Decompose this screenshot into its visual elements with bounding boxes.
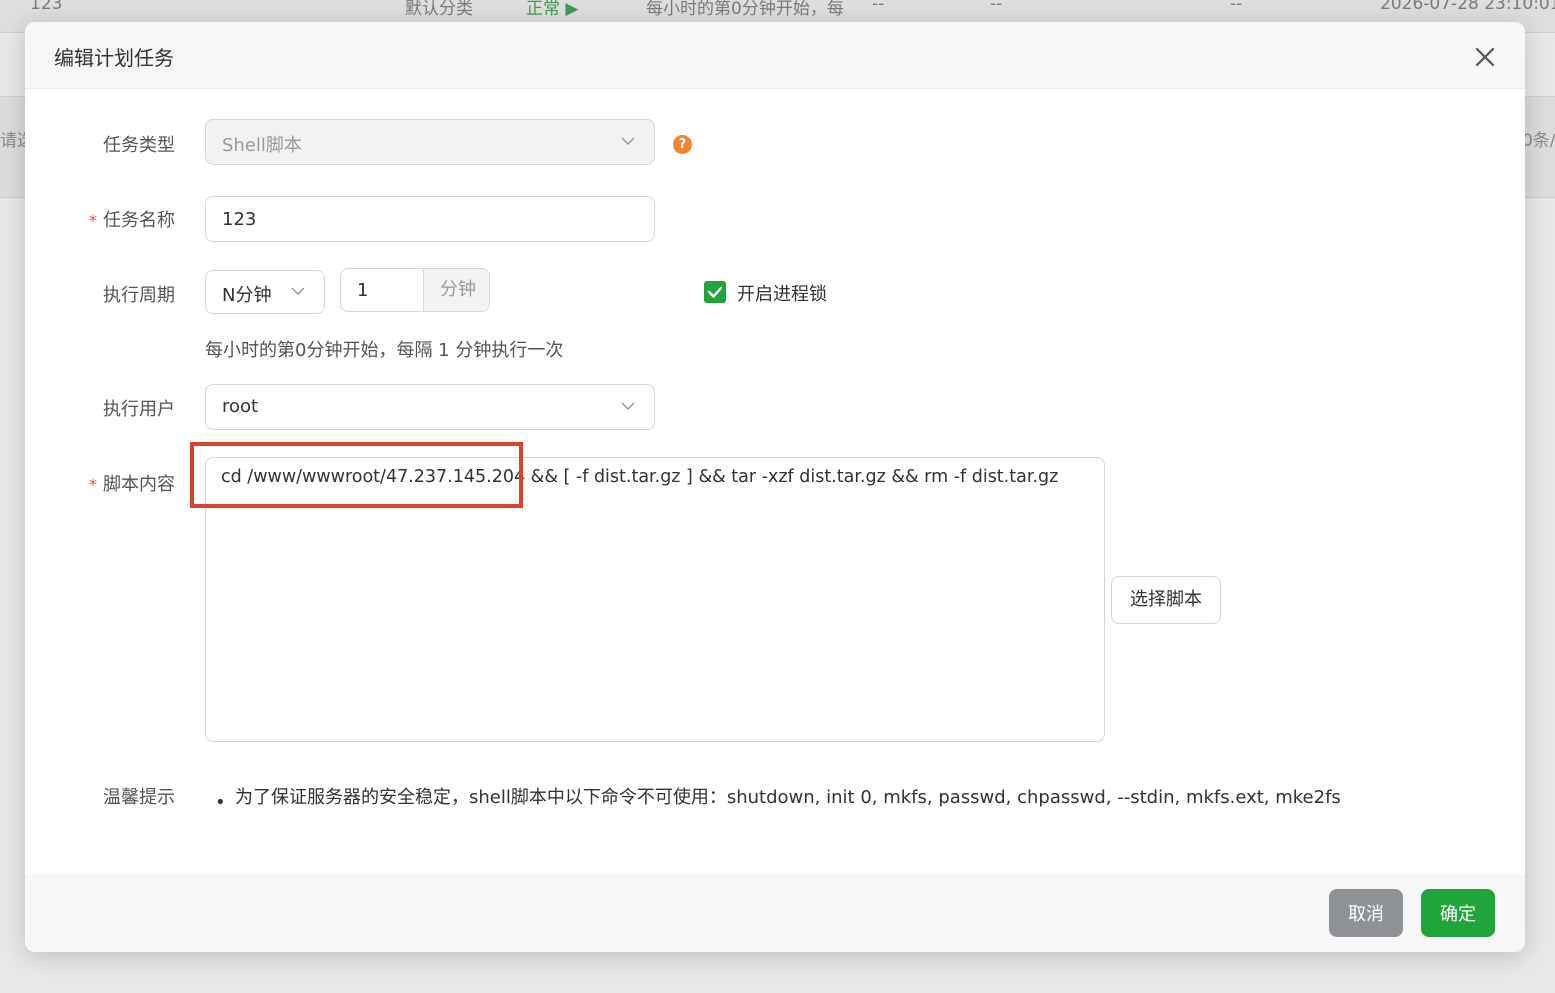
tips-label-text: 温馨提示 (103, 787, 175, 808)
task-name-label: * 任务名称 (25, 206, 175, 232)
task-type-label-text: 任务类型 (103, 135, 175, 156)
confirm-button[interactable]: 确定 (1421, 889, 1495, 937)
chevron-down-icon (621, 137, 635, 146)
bg-cell-datetime: 2026-07-28 23:10:01 (1380, 0, 1555, 14)
checkmark-icon (707, 286, 723, 298)
task-name-input[interactable] (205, 196, 655, 242)
user-label-text: 执行用户 (103, 399, 175, 420)
period-description: 每小时的第0分钟开始，每隔 1 分钟执行一次 (205, 340, 564, 361)
task-type-value: Shell脚本 (222, 135, 302, 156)
process-lock-label[interactable]: 开启进程锁 (737, 280, 827, 306)
required-mark: * (89, 475, 97, 494)
task-type-label: 任务类型 (25, 131, 175, 157)
period-amount-input[interactable]: 1 分钟 (340, 268, 490, 312)
dialog-footer: 取消 确定 (25, 874, 1525, 952)
process-lock-checkbox[interactable] (704, 281, 726, 303)
required-mark: * (89, 211, 97, 230)
task-name-label-text: 任务名称 (103, 210, 175, 231)
chevron-down-icon (291, 287, 305, 296)
cancel-button[interactable]: 取消 (1329, 889, 1403, 937)
dialog-title: 编辑计划任务 (54, 46, 174, 70)
tip-text: 为了保证服务器的安全稳定，shell脚本中以下命令不可使用：shutdown, … (235, 787, 1341, 808)
bg-cell-b: -- (990, 0, 1003, 14)
tips-label: 温馨提示 (25, 783, 175, 809)
user-value: root (222, 396, 259, 417)
bg-cell-schedule: 每小时的第0分钟开始，每 (646, 0, 844, 19)
bg-cell-name: 123 (30, 0, 63, 14)
help-icon[interactable]: ? (673, 135, 692, 154)
tip-bullet: • (215, 792, 226, 813)
select-script-button[interactable]: 选择脚本 (1111, 576, 1221, 624)
bg-cell-a: -- (872, 0, 885, 14)
edit-cron-task-dialog: 编辑计划任务 任务类型 Shell脚本 ? * 任务名称 执行周期 N分钟 1 分… (25, 22, 1525, 952)
chevron-down-icon (621, 402, 635, 411)
bg-cell-c: -- (1230, 0, 1243, 14)
period-unit-select[interactable]: N分钟 (205, 270, 325, 314)
period-label: 执行周期 (25, 281, 175, 307)
period-unit-value: N分钟 (222, 285, 272, 306)
dialog-header: 编辑计划任务 (25, 22, 1525, 89)
script-label-text: 脚本内容 (103, 474, 175, 495)
bg-cell-category: 默认分类 (405, 0, 473, 19)
bg-right-edge-text: 0条/ (1522, 131, 1555, 151)
period-label-text: 执行周期 (103, 285, 175, 306)
close-icon[interactable] (1468, 40, 1502, 74)
task-type-select[interactable]: Shell脚本 (205, 119, 655, 165)
script-label: * 脚本内容 (25, 470, 175, 496)
highlight-annotation-box (190, 442, 523, 508)
user-select[interactable]: root (205, 384, 655, 430)
period-amount-unit: 分钟 (423, 269, 489, 311)
bg-cell-status: 正常 ▶ (526, 0, 579, 19)
user-label: 执行用户 (25, 395, 175, 421)
period-amount-value: 1 (357, 280, 369, 301)
